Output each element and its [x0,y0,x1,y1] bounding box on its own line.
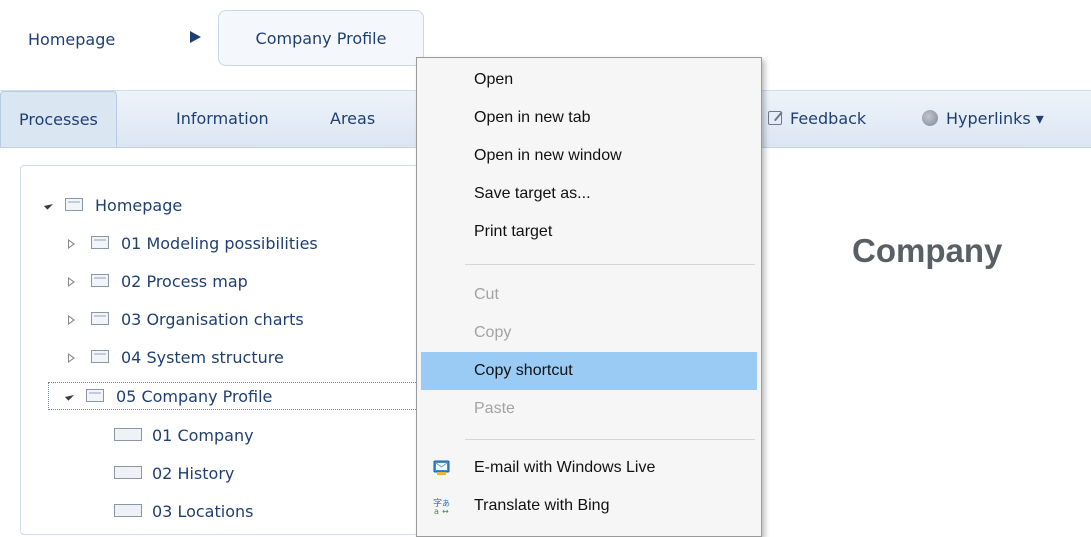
collapsed-triangle-icon[interactable] [68,276,77,287]
tree-item-label: 01 Company [152,426,254,445]
expanded-triangle-icon[interactable] [43,199,54,210]
hyperlinks-menu[interactable]: Hyperlinks ▾ [922,91,1044,147]
tab-information[interactable]: Information [176,91,269,147]
menu-item-label: Translate with Bing [474,497,610,514]
tab-areas[interactable]: Areas [330,91,375,147]
menu-item-open-new-window[interactable]: Open in new window [421,137,757,175]
menu-item-save-target[interactable]: Save target as... [421,175,757,213]
menu-item-copy-shortcut[interactable]: Copy shortcut [421,352,757,390]
tree-item-label: 05 Company Profile [116,387,273,406]
expanded-triangle-icon[interactable] [64,390,75,401]
collapsed-triangle-icon[interactable] [68,352,77,363]
tree-item-label: 03 Locations [152,502,254,521]
translate-icon: 字 あ a ↔ [433,497,450,515]
collapsed-triangle-icon[interactable] [68,238,77,249]
globe-icon [922,109,938,126]
menu-separator [465,439,755,440]
svg-text:↔: ↔ [442,507,449,515]
folder-icon [91,236,109,249]
folder-icon [65,198,83,211]
page-icon [114,504,142,517]
menu-separator [465,264,755,265]
folder-icon [91,312,109,325]
tree-item-label: 04 System structure [121,348,284,367]
breadcrumb-arrow-icon [190,31,201,43]
context-menu: Open Open in new tab Open in new window … [416,57,762,537]
feedback-label: Feedback [790,109,867,128]
feedback-link[interactable]: Feedback [768,91,866,147]
windows-live-mail-icon [433,460,450,475]
folder-icon [91,350,109,363]
tree-item-company-profile[interactable]: 05 Company Profile [48,382,420,410]
menu-item-paste: Paste [474,400,515,417]
tree-item-history[interactable]: 02 History [114,460,234,488]
svg-text:a: a [434,507,439,515]
menu-item-email-windows-live[interactable]: E-mail with Windows Live [421,449,757,487]
menu-item-label: E-mail with Windows Live [474,459,656,476]
tree-item-label: 02 History [152,464,235,483]
tree-item-label: Homepage [95,196,183,215]
page-title: Company [852,232,1003,269]
tree-item-process-map[interactable]: 02 Process map [68,268,248,296]
menu-item-open-new-tab[interactable]: Open in new tab [421,99,757,137]
menu-item-copy: Copy [474,324,512,341]
tree-item-label: 01 Modeling possibilities [121,234,318,253]
tree-item-homepage[interactable]: Homepage [43,192,183,220]
tree-item-company[interactable]: 01 Company [114,422,254,450]
menu-item-cut: Cut [474,286,499,303]
page-icon [114,466,142,479]
tree-item-label: 02 Process map [121,272,248,291]
tree-item-label: 03 Organisation charts [121,310,304,329]
menu-item-open[interactable]: Open [421,61,757,99]
tab-processes[interactable]: Processes [0,91,117,147]
hyperlinks-label: Hyperlinks ▾ [946,109,1044,128]
folder-icon [86,389,104,402]
tree-item-modeling[interactable]: 01 Modeling possibilities [68,230,318,258]
feedback-icon [768,110,782,125]
folder-icon [91,274,109,287]
tree-item-org-charts[interactable]: 03 Organisation charts [68,306,304,334]
menu-item-translate-bing[interactable]: 字 あ a ↔ Translate with Bing [421,487,757,525]
page-icon [114,428,142,441]
tree-item-system-structure[interactable]: 04 System structure [68,344,284,372]
menu-item-print-target[interactable]: Print target [421,213,757,251]
breadcrumb-home-link[interactable]: Homepage [28,30,115,49]
breadcrumb-current[interactable]: Company Profile [218,10,424,66]
collapsed-triangle-icon[interactable] [68,314,77,325]
